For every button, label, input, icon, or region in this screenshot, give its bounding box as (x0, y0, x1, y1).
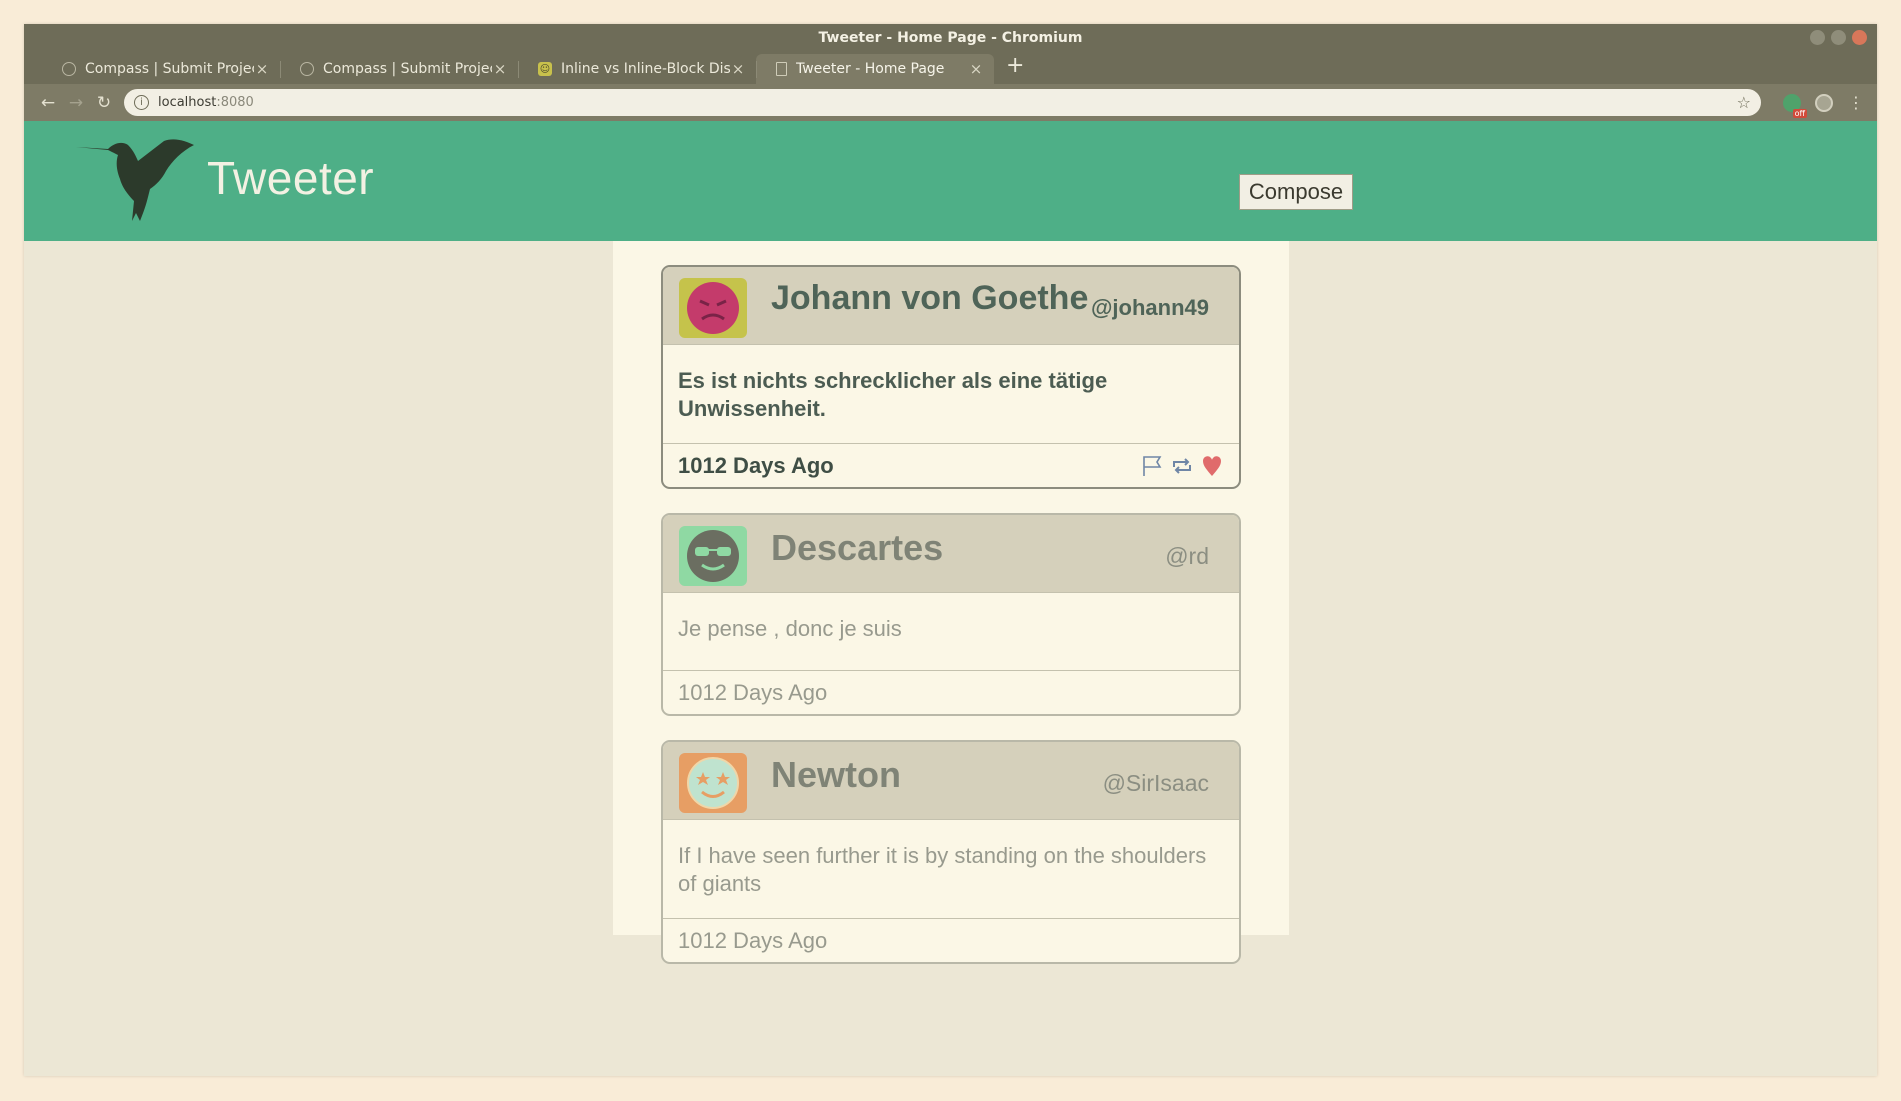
close-tab-icon[interactable]: × (730, 60, 746, 78)
close-window-icon[interactable] (1852, 30, 1867, 45)
sunglasses-face-icon (687, 530, 739, 582)
globe-icon (62, 62, 76, 76)
tweet-header: Newton @SirIsaac (663, 742, 1239, 820)
star-eyes-face-icon (687, 757, 739, 809)
site-header: Tweeter Compose (24, 121, 1877, 241)
avatar (679, 753, 747, 813)
browser-window: Tweeter - Home Page - Chromium Compass |… (24, 24, 1877, 1076)
avatar (679, 526, 747, 586)
address-bar[interactable]: i localhost:8080 ☆ (124, 89, 1761, 116)
flag-icon[interactable] (1141, 455, 1163, 477)
tweet-card[interactable]: Newton @SirIsaac If I have seen further … (661, 740, 1241, 964)
tweet-author-handle: @johann49 (1090, 295, 1209, 320)
tab-label: Tweeter - Home Page (796, 61, 945, 77)
tweet-card[interactable]: Johann von Goethe @johann49 Es ist nicht… (661, 265, 1241, 489)
kebab-menu-icon[interactable]: ⋮ (1845, 92, 1867, 114)
tab-label: Compass | Submit Project (323, 61, 492, 77)
url-host: localhost (158, 95, 217, 110)
angry-face-icon (687, 282, 739, 334)
close-tab-icon[interactable]: × (968, 60, 984, 78)
tab-compass-1[interactable]: Compass | Submit Project × (42, 54, 280, 84)
new-tab-button[interactable]: + (994, 52, 1024, 84)
tweet-footer: 1012 Days Ago (663, 919, 1239, 962)
close-tab-icon[interactable]: × (492, 60, 508, 78)
tweet-header: Johann von Goethe @johann49 (663, 267, 1239, 345)
bookmark-star-icon[interactable]: ☆ (1737, 93, 1751, 112)
page-viewport: Tweeter Compose Johann von Goethe @johan… (24, 121, 1877, 1076)
tweet-footer: 1012 Days Ago (663, 444, 1239, 487)
window-controls (1810, 30, 1867, 45)
tweet-age: 1012 Days Ago (678, 679, 828, 705)
site-brand: Tweeter (207, 152, 375, 204)
url-port: :8080 (216, 95, 254, 110)
tab-strip: Compass | Submit Project × Compass | Sub… (24, 51, 1877, 84)
tweet-author-name: Johann von Goethe (771, 279, 1089, 317)
tweet-author-name: Descartes (771, 527, 944, 568)
forward-arrow-icon[interactable]: → (62, 93, 90, 113)
tab-inline-vs-inline-block[interactable]: ☺ Inline vs Inline-Block Disp × (518, 54, 756, 84)
profile-avatar-icon[interactable] (1813, 92, 1835, 114)
back-arrow-icon[interactable]: ← (34, 93, 62, 113)
maximize-icon[interactable] (1831, 30, 1846, 45)
tweet-age: 1012 Days Ago (678, 452, 834, 478)
tweet-age: 1012 Days Ago (678, 927, 828, 953)
tweet-card[interactable]: Descartes @rd Je pense , donc je suis 10… (661, 513, 1241, 716)
tweet-actions (1141, 454, 1223, 478)
tab-compass-2[interactable]: Compass | Submit Project × (280, 54, 518, 84)
compose-button[interactable]: Compose (1239, 174, 1353, 210)
avatar (679, 278, 747, 338)
tab-label: Inline vs Inline-Block Disp (561, 61, 730, 77)
tweet-author-handle: @rd (1165, 543, 1209, 569)
heart-like-icon[interactable] (1201, 454, 1223, 478)
extension-icon[interactable]: off (1781, 92, 1807, 118)
tweet-content: Es ist nichts schrecklicher als eine tät… (663, 345, 1239, 444)
hummingbird-logo-icon (76, 139, 194, 221)
tab-tweeter-home[interactable]: Tweeter - Home Page × (756, 54, 994, 84)
site-favicon-icon: ☺ (538, 62, 552, 76)
tab-label: Compass | Submit Project (85, 61, 254, 77)
reload-icon[interactable]: ↻ (90, 93, 118, 113)
tweet-footer: 1012 Days Ago (663, 671, 1239, 714)
globe-icon (300, 62, 314, 76)
page-icon (776, 62, 787, 76)
tweet-content: Je pense , donc je suis (663, 593, 1239, 671)
extension-badge: off (1792, 108, 1807, 118)
title-bar: Tweeter - Home Page - Chromium (24, 24, 1877, 51)
tweet-feed: Johann von Goethe @johann49 Es ist nicht… (613, 241, 1289, 964)
url-text[interactable]: localhost:8080 (158, 95, 1737, 110)
retweet-icon[interactable] (1170, 455, 1194, 477)
close-tab-icon[interactable]: × (254, 60, 270, 78)
tweet-content: If I have seen further it is by standing… (663, 820, 1239, 919)
minimize-icon[interactable] (1810, 30, 1825, 45)
tweet-author-handle: @SirIsaac (1102, 770, 1209, 796)
info-icon[interactable]: i (134, 95, 149, 110)
tweet-author-name: Newton (771, 754, 901, 795)
window-title: Tweeter - Home Page - Chromium (818, 29, 1083, 46)
browser-toolbar: ← → ↻ i localhost:8080 ☆ off ⋮ (24, 84, 1877, 121)
tweet-header: Descartes @rd (663, 515, 1239, 593)
